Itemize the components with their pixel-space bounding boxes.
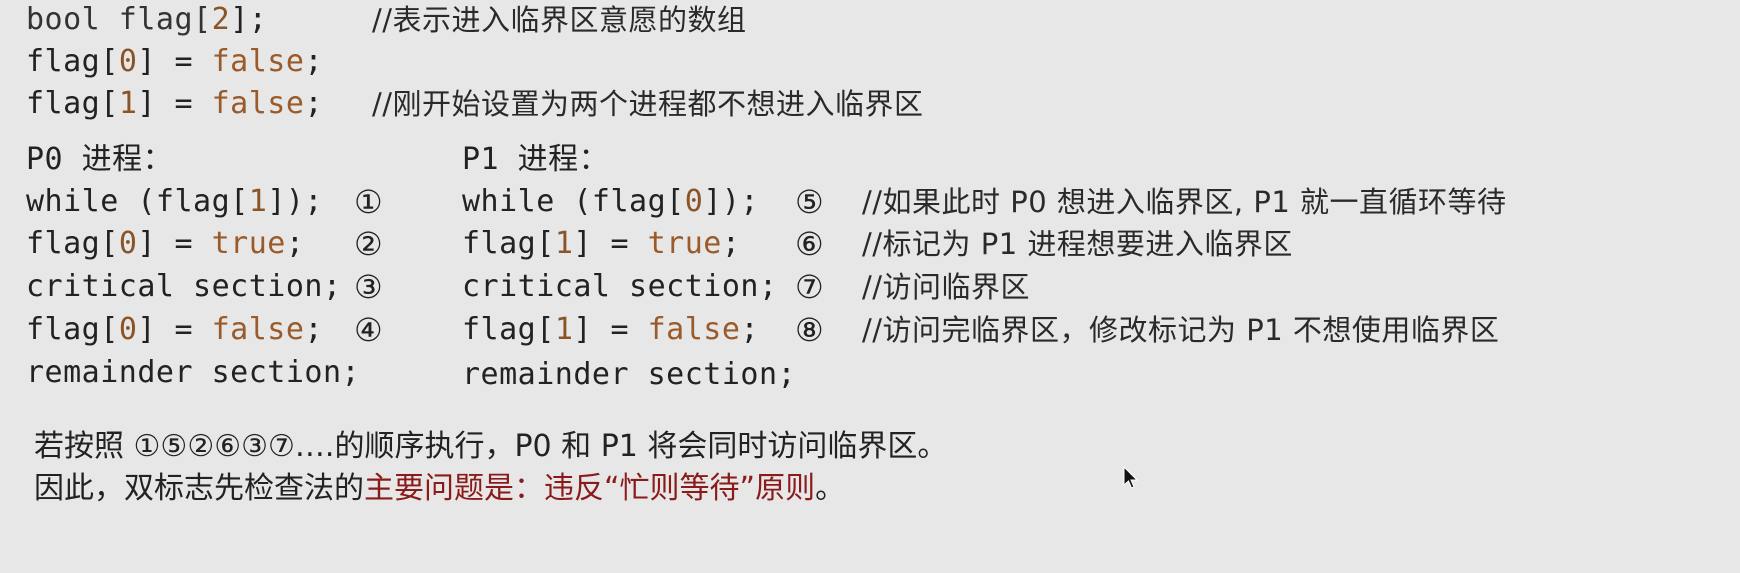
p1-title: P1 进程： xyxy=(462,142,610,177)
code-text: ] = xyxy=(573,312,648,347)
code-text: ; xyxy=(740,312,759,347)
step-marker: ② xyxy=(354,225,383,263)
step-marker: ⑦ xyxy=(795,268,824,306)
literal-number: 2 xyxy=(211,2,231,37)
step-marker: ⑥ xyxy=(795,225,824,263)
p1-line-5: remainder section; xyxy=(462,357,797,392)
code-text: ] = xyxy=(137,86,212,121)
code-text: ; xyxy=(304,44,323,79)
code-comment: //刚开始设置为两个进程都不想进入临界区 xyxy=(372,87,924,121)
decl-flag0-false: flag[0] = false; xyxy=(26,44,323,80)
literal-bool: false xyxy=(647,312,741,347)
code-text: ] = xyxy=(137,44,212,79)
code-text: ]); xyxy=(703,184,759,219)
code-text: ; xyxy=(285,226,305,261)
code-text: flag[ xyxy=(26,44,119,79)
code-text: flag[ xyxy=(462,226,555,261)
code-text: ; xyxy=(304,86,323,121)
code-text: ]; xyxy=(230,2,268,37)
code-text: ] = xyxy=(137,312,212,347)
literal-number: 1 xyxy=(118,86,138,121)
summary-emphasis: 主要问题是：违反“忙则等待”原则 xyxy=(364,471,816,506)
literal-number: 0 xyxy=(118,226,138,261)
code-comment: //表示进入临界区意愿的数组 xyxy=(372,3,747,37)
p0-title: P0 进程： xyxy=(26,142,174,177)
code-comment: //标记为 P1 进程想要进入临界区 xyxy=(862,227,1293,261)
code-text: flag[ xyxy=(26,226,119,261)
literal-number: 1 xyxy=(554,226,574,261)
step-marker: ④ xyxy=(354,311,383,349)
code-text: while (flag[ xyxy=(26,184,249,219)
literal-bool: true xyxy=(647,226,722,261)
literal-bool: false xyxy=(211,86,305,121)
code-text: ] = xyxy=(573,226,648,261)
code-comment: //如果此时 P0 想进入临界区, P1 就一直循环等待 xyxy=(862,185,1507,219)
p1-line-2: flag[1] = true; xyxy=(462,226,740,262)
code-text: ]); xyxy=(267,184,323,219)
step-marker: ① xyxy=(354,183,383,221)
literal-bool: false xyxy=(211,312,305,347)
code-text: while (flag[ xyxy=(462,184,685,219)
decl-flag-array: bool flag[2]; xyxy=(26,2,267,38)
code-text: ; xyxy=(304,312,323,347)
p0-line-2: flag[0] = true; xyxy=(26,226,304,262)
code-comment: //访问完临界区，修改标记为 P1 不想使用临界区 xyxy=(862,313,1500,347)
literal-number: 1 xyxy=(248,184,268,219)
step-marker: ③ xyxy=(354,268,383,306)
mouse-cursor-icon xyxy=(1123,466,1139,489)
p0-line-1: while (flag[1]); xyxy=(26,184,323,220)
code-text: ; xyxy=(721,226,741,261)
code-text: ] = xyxy=(137,226,212,261)
summary-text: 。 xyxy=(815,471,846,506)
literal-number: 1 xyxy=(554,312,574,347)
step-marker: ⑧ xyxy=(795,311,824,349)
literal-number: 0 xyxy=(684,184,704,219)
summary-line-2: 因此，双标志先检查法的主要问题是：违反“忙则等待”原则。 xyxy=(34,470,845,508)
p1-line-4: flag[1] = false; xyxy=(462,312,759,348)
literal-bool: true xyxy=(211,226,286,261)
p0-line-3: critical section; xyxy=(26,269,342,304)
literal-number: 0 xyxy=(118,44,138,79)
p0-line-5: remainder section; xyxy=(26,355,361,390)
literal-number: 0 xyxy=(118,312,138,347)
code-text: flag[ xyxy=(462,312,555,347)
code-text: flag[ xyxy=(26,312,119,347)
p0-line-4: flag[0] = false; xyxy=(26,312,323,348)
decl-flag1-false: flag[1] = false; xyxy=(26,86,323,122)
step-marker: ⑤ xyxy=(795,183,824,221)
code-comment: //访问临界区 xyxy=(862,270,1031,304)
code-text: flag[ xyxy=(26,86,119,121)
p1-line-3: critical section; xyxy=(462,269,778,304)
p1-line-1: while (flag[0]); xyxy=(462,184,759,220)
literal-bool: false xyxy=(211,44,305,79)
code-text: bool flag[ xyxy=(26,2,212,37)
summary-line-1: 若按照 ①⑤②⑥③⑦….的顺序执行，P0 和 P1 将会同时访问临界区。 xyxy=(34,429,948,464)
summary-text: 因此，双标志先检查法的 xyxy=(34,471,364,506)
